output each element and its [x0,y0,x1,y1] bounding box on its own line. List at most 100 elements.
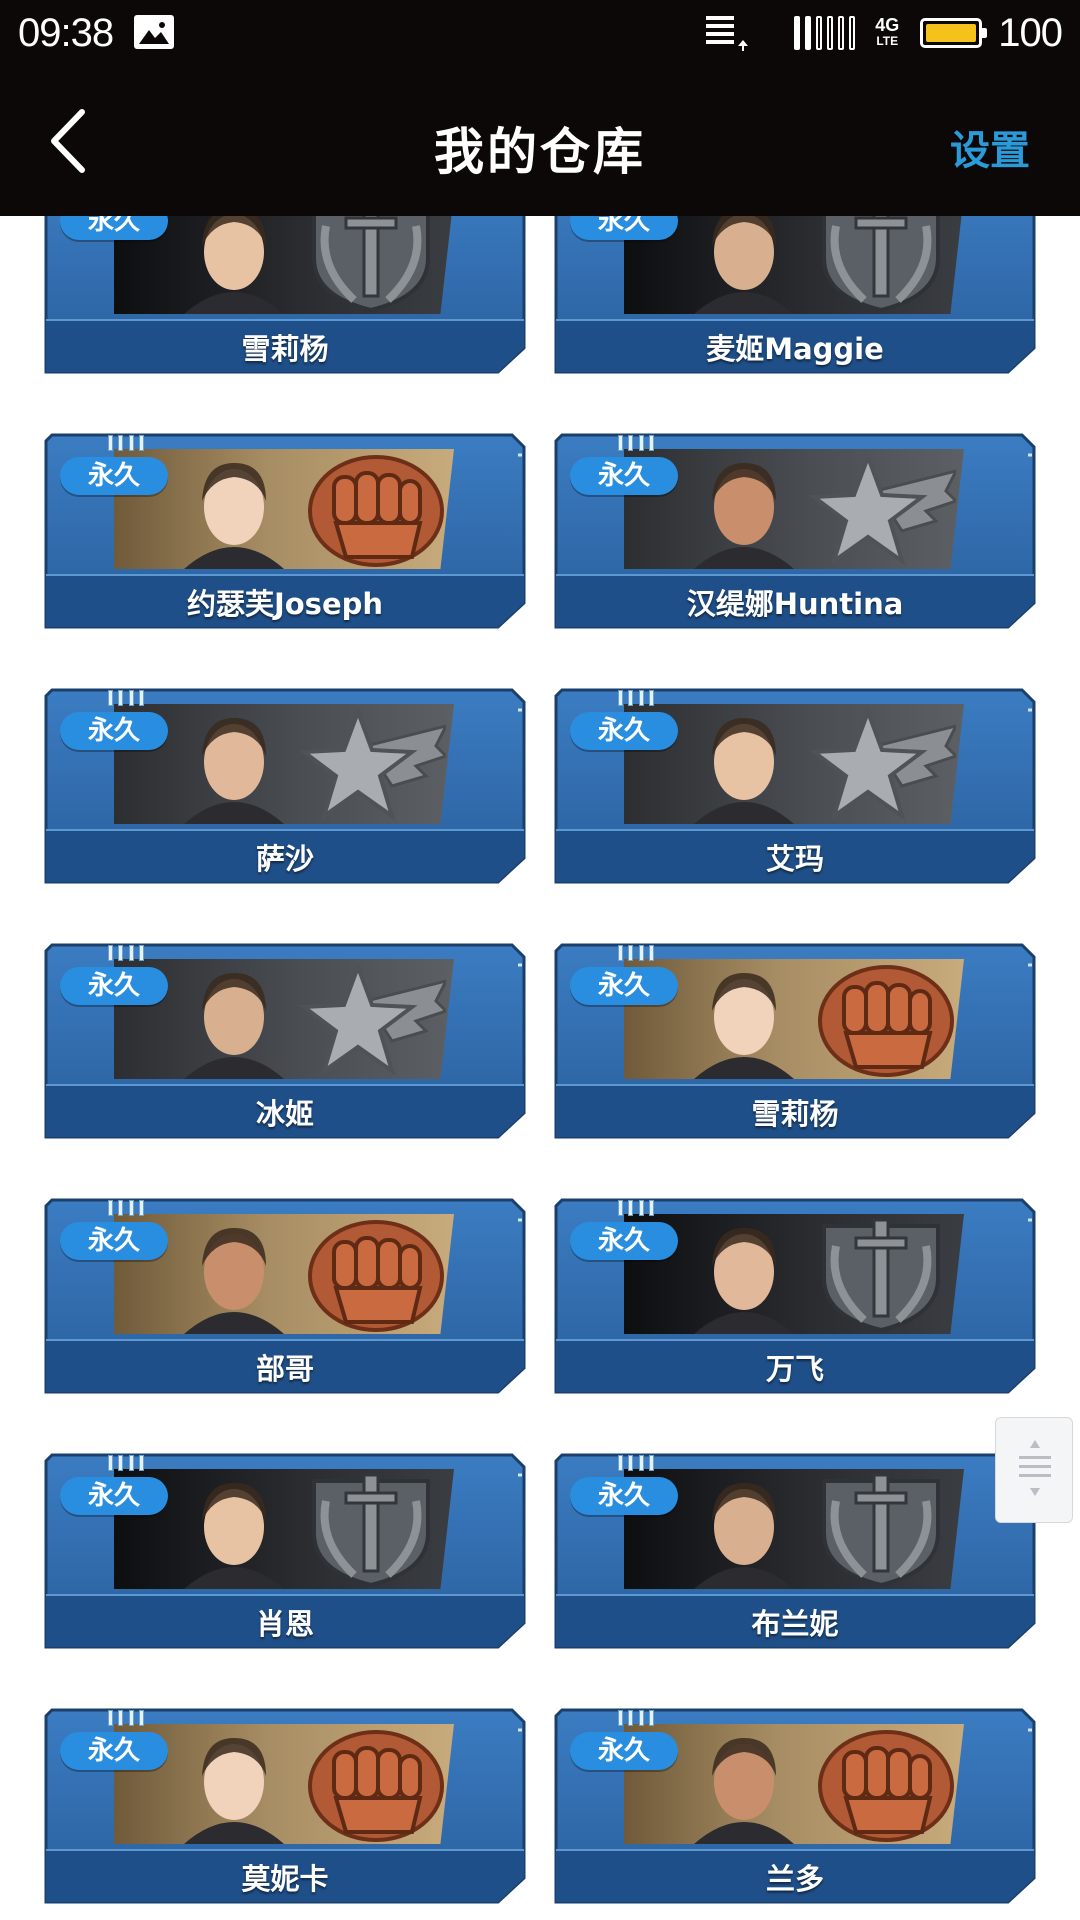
character-avatar [694,216,794,314]
signal-bar [794,16,801,50]
rank-ticks [108,1455,144,1471]
sword-wreath-icon [296,1471,446,1588]
character-avatar [184,216,284,314]
character-card[interactable]: 永久冰姬 [42,941,528,1141]
battery-fill [926,24,977,42]
character-name: 万飞 [765,1352,824,1386]
character-name: 雪莉杨 [241,332,329,366]
character-name: 汉缇娜Huntina [686,587,904,621]
image-notification-icon [134,15,174,49]
fist-icon [296,1216,446,1332]
rank-ticks [108,1710,144,1726]
sword-wreath-icon [296,216,446,313]
settings-button[interactable]: 设置 [950,118,1030,176]
character-avatar [184,1738,284,1844]
character-card[interactable]: 永久 部哥 [42,1196,528,1396]
permanent-badge: 永久 [570,1732,678,1770]
sword-wreath-icon [806,1216,956,1333]
character-name: 布兰妮 [751,1607,839,1641]
permanent-badge: 永久 [60,712,168,750]
permanent-badge: 永久 [570,1477,678,1515]
winged-star-icon [296,706,449,822]
fist-icon [806,1726,956,1842]
character-avatar [694,1738,794,1844]
permanent-badge: 永久 [60,1477,168,1515]
permanent-badge: 永久 [60,216,168,240]
character-card[interactable]: 永久万飞 [552,1196,1038,1396]
network-type: 4G LTE [870,15,904,49]
rank-ticks [108,1200,144,1216]
permanent-badge: 永久 [570,1222,678,1260]
character-name: 约瑟芙Joseph [186,587,384,621]
battery-level: 100 [998,10,1063,55]
list-upload-icon [706,14,752,52]
rank-ticks [618,1200,654,1216]
character-card[interactable]: 永久汉缇娜Huntina [552,431,1038,631]
rank-ticks [618,1455,654,1471]
permanent-badge: 永久 [60,457,168,495]
permanent-badge: 永久 [60,1732,168,1770]
character-avatar [694,718,794,824]
rank-ticks [108,690,144,706]
network-generation: 4G [875,15,900,35]
sword-wreath-icon [806,216,956,313]
status-bar: 09:38 4G LTE 100 [0,0,1080,66]
character-name: 肖恩 [255,1607,314,1641]
character-name: 部哥 [255,1352,314,1386]
character-avatar [184,1483,284,1589]
warehouse-content: 永久 雪莉杨 永久 麦姬Maggie 永久 约瑟芙Joseph 永久 汉缇娜Huntina 永久… [0,216,1080,1920]
character-card[interactable]: 永久雪莉杨 [552,941,1038,1141]
fist-icon [806,961,956,1077]
character-avatar [694,463,794,569]
signal-bar [838,16,845,50]
character-name: 兰多 [765,1862,824,1896]
winged-star-icon [296,961,449,1077]
character-card[interactable]: 永久约瑟芙Joseph [42,431,528,631]
sword-wreath-icon [806,1471,956,1588]
page-title: 我的仓库 [434,123,646,181]
permanent-badge: 永久 [570,457,678,495]
status-time: 09:38 [18,11,114,55]
fist-icon [296,1726,446,1842]
character-avatar [694,1483,794,1589]
character-name: 艾玛 [765,842,824,876]
nav-bar: 我的仓库 设置 [0,66,1080,216]
character-card[interactable]: 永久 麦姬Maggie [552,216,1038,376]
network-lte: LTE [876,34,899,48]
rank-ticks [618,690,654,706]
signal-bar [816,16,823,50]
character-avatar [694,973,794,1079]
character-card[interactable]: 永久雪莉杨 [42,216,528,376]
winged-star-icon [806,706,959,822]
signal-bar [849,16,856,50]
signal-bar [805,16,812,50]
character-card[interactable]: 永久肖恩 [42,1451,528,1651]
character-card[interactable]: 永久萨沙 [42,686,528,886]
signal-strength-icon [794,16,860,50]
rank-ticks [618,1710,654,1726]
character-card[interactable]: 永久 莫妮卡 [42,1706,528,1906]
character-card[interactable]: 永久布兰妮 [552,1451,1038,1651]
character-name: 冰姬 [255,1097,314,1131]
character-avatar [184,718,284,824]
permanent-badge: 永久 [570,216,678,240]
winged-star-icon [806,451,959,567]
character-card[interactable]: 永久艾玛 [552,686,1038,886]
permanent-badge: 永久 [570,712,678,750]
battery-icon [920,18,988,48]
rank-ticks [618,435,654,451]
rank-ticks [618,945,654,961]
character-name: 萨沙 [255,842,314,876]
fast-scroll-handle[interactable] [995,1417,1073,1523]
fist-icon [296,451,446,567]
signal-bar [827,16,834,50]
scroll-handle-icon [1019,1440,1051,1496]
character-avatar [184,463,284,569]
character-card[interactable]: 永久兰多 [552,1706,1038,1906]
permanent-badge: 永久 [570,967,678,1005]
character-avatar [184,1228,284,1334]
permanent-badge: 永久 [60,967,168,1005]
character-avatar [694,1228,794,1334]
character-avatar [184,973,284,1079]
character-name: 雪莉杨 [751,1097,839,1131]
